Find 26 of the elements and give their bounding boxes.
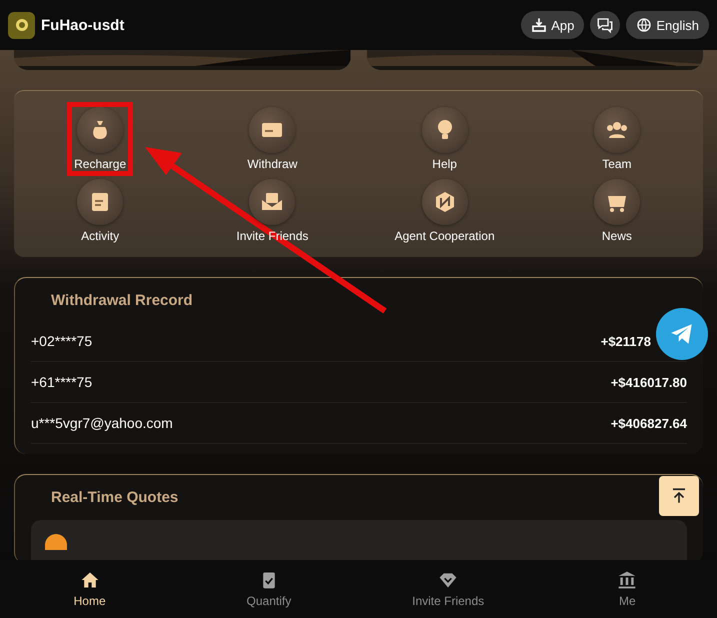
coin-icon: [45, 534, 67, 550]
amount-text: +$416017.80: [610, 374, 687, 390]
arrow-up-icon: [670, 487, 688, 505]
chat-icon: [596, 16, 614, 34]
globe-icon: [636, 17, 652, 33]
download-icon: [531, 17, 548, 33]
account-text: +02****75: [31, 333, 92, 349]
chat-button[interactable]: [590, 11, 620, 39]
nav-tab[interactable]: Quantify: [179, 560, 358, 618]
home-icon: [80, 570, 100, 590]
amount-text: +$406827.64: [610, 416, 687, 430]
nav-tab[interactable]: Invite Friends: [358, 560, 538, 618]
card-title: Real-Time Quotes: [50, 489, 180, 508]
account-text: +61****75: [31, 374, 92, 390]
back-to-top-button[interactable]: [659, 476, 699, 516]
language-button[interactable]: English: [626, 11, 709, 39]
menu-item[interactable]: Agent Cooperation: [390, 177, 499, 245]
amount-text: +$21178: [600, 334, 651, 348]
nav-tab[interactable]: Me: [538, 560, 717, 618]
brand-logo-icon: [8, 12, 35, 38]
nav-tab[interactable]: Home: [0, 560, 180, 618]
app-download-button[interactable]: App: [521, 11, 584, 39]
account-text: u***5vgr7@yahoo.com: [31, 415, 173, 431]
card-title: Withdrawal Rrecord: [50, 292, 194, 311]
bank-icon: [617, 570, 638, 590]
brand-name: FuHao-usdt: [41, 16, 126, 34]
